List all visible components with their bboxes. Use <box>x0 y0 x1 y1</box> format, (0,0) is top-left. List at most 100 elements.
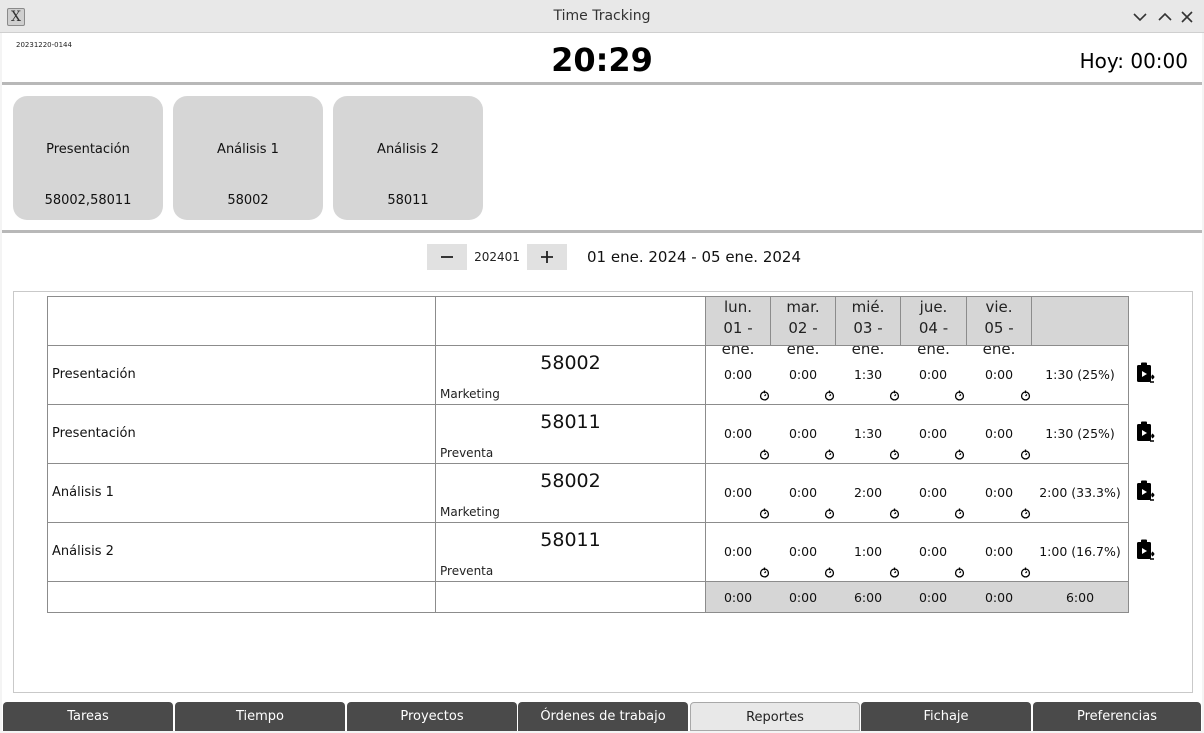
tab-tiempo[interactable]: Tiempo <box>175 702 345 731</box>
day-time-value: 0:00 <box>723 367 753 382</box>
timer-icon[interactable] <box>954 449 965 460</box>
row-total-value: 1:30 (25%) <box>1045 426 1115 441</box>
tab-ordenes-de-trabajo[interactable]: Órdenes de trabajo <box>518 702 688 731</box>
total-day-value: 0:00 <box>723 590 753 605</box>
total-day-value: 0:00 <box>918 590 948 605</box>
timer-icon[interactable] <box>1020 567 1031 578</box>
timer-icon[interactable] <box>889 390 900 401</box>
maximize-button[interactable] <box>1155 7 1175 27</box>
title-bar: X Time Tracking <box>0 0 1204 33</box>
task-tile-codes: 58002,58011 <box>44 193 132 208</box>
total-day-value: 0:00 <box>788 590 818 605</box>
tab-preferencias[interactable]: Preferencias <box>1033 702 1201 731</box>
task-tile-codes: 58011 <box>387 193 429 208</box>
timer-icon[interactable] <box>824 508 835 519</box>
close-button[interactable] <box>1177 7 1197 27</box>
minus-icon <box>441 256 453 258</box>
row-code-cell: 58002 Marketing <box>435 345 706 405</box>
timer-icon[interactable] <box>759 567 770 578</box>
tab-proyectos[interactable]: Proyectos <box>347 702 517 731</box>
day-time-value: 1:00 <box>853 544 883 559</box>
day-time-value: 0:00 <box>984 426 1014 441</box>
task-tile-analisis-2[interactable]: Análisis 2 58011 <box>333 96 483 220</box>
row-code-cell: 58011 Preventa <box>435 522 706 582</box>
timer-icon[interactable] <box>889 508 900 519</box>
tab-reportes[interactable]: Reportes <box>690 702 860 731</box>
row-total-value: 1:00 (16.7%) <box>1039 544 1121 559</box>
window-title: Time Tracking <box>553 8 651 24</box>
day-name: lun. <box>724 298 752 316</box>
row-category: Preventa <box>440 564 494 578</box>
day-time-value: 0:00 <box>723 485 753 500</box>
task-tile-name: Análisis 2 <box>377 142 439 157</box>
row-code: 58011 <box>540 529 601 551</box>
timer-icon[interactable] <box>824 390 835 401</box>
header-cell-task <box>47 296 436 346</box>
day-time-value: 0:00 <box>918 426 948 441</box>
header-day-mon: lun. 01 - ene. <box>705 296 771 358</box>
day-time-value: 0:00 <box>788 544 818 559</box>
day-name: mié. <box>851 298 885 316</box>
header-cell-total <box>1031 296 1129 346</box>
row-task-name: Presentación <box>47 404 436 464</box>
totals-code-cell <box>435 581 706 613</box>
day-time-value: 0:00 <box>918 485 948 500</box>
day-time-value: 0:00 <box>788 426 818 441</box>
row-total-value: 2:00 (33.3%) <box>1039 485 1121 500</box>
minimize-button[interactable] <box>1130 7 1150 27</box>
timer-icon[interactable] <box>759 508 770 519</box>
chevron-up-icon <box>1158 12 1172 21</box>
week-input[interactable]: 202401 <box>467 244 527 270</box>
divider <box>2 230 1202 233</box>
task-tile-name: Presentación <box>46 142 130 157</box>
tab-tareas[interactable]: Tareas <box>3 702 173 731</box>
header-day-thu: jue. 04 - ene. <box>900 296 967 358</box>
row-code-cell: 58002 Marketing <box>435 463 706 523</box>
row-code-cell: 58011 Preventa <box>435 404 706 464</box>
export-clipboard-icon[interactable] <box>1135 361 1157 385</box>
grand-total-value: 6:00 <box>1065 590 1095 605</box>
tab-fichaje[interactable]: Fichaje <box>861 702 1031 731</box>
day-name: jue. <box>919 298 948 316</box>
timer-icon[interactable] <box>889 567 900 578</box>
next-week-button[interactable] <box>527 244 567 270</box>
export-clipboard-icon[interactable] <box>1135 420 1157 444</box>
day-time-value: 0:00 <box>984 485 1014 500</box>
row-task-name: Presentación <box>47 345 436 405</box>
timer-icon[interactable] <box>954 567 965 578</box>
header: 20231220-0144 20:29 Hoy: 00:00 <box>2 33 1202 84</box>
timer-icon[interactable] <box>1020 508 1031 519</box>
row-code: 58002 <box>540 470 601 492</box>
timer-icon[interactable] <box>759 449 770 460</box>
task-tile-analisis-1[interactable]: Análisis 1 58002 <box>173 96 323 220</box>
timer-icon[interactable] <box>824 449 835 460</box>
day-time-value: 0:00 <box>918 544 948 559</box>
task-tile-presentacion[interactable]: Presentación 58002,58011 <box>13 96 163 220</box>
main-window: 20231220-0144 20:29 Hoy: 00:00 Presentac… <box>2 33 1202 731</box>
total-day-value: 6:00 <box>853 590 883 605</box>
export-clipboard-icon[interactable] <box>1135 538 1157 562</box>
day-time-value: 2:00 <box>853 485 883 500</box>
task-tile-codes: 58002 <box>227 193 269 208</box>
today-total: Hoy: 00:00 <box>1079 49 1188 73</box>
plus-icon <box>541 251 553 263</box>
timer-icon[interactable] <box>1020 390 1031 401</box>
timer-icon[interactable] <box>824 567 835 578</box>
timer-icon[interactable] <box>954 390 965 401</box>
timer-icon[interactable] <box>954 508 965 519</box>
day-time-value: 0:00 <box>723 544 753 559</box>
timer-icon[interactable] <box>1020 449 1031 460</box>
chevron-down-icon <box>1133 13 1147 22</box>
total-day-value: 0:00 <box>984 590 1014 605</box>
timer-icon[interactable] <box>889 449 900 460</box>
header-day-wed: mié. 03 - ene. <box>835 296 901 358</box>
row-total-value: 1:30 (25%) <box>1045 367 1115 382</box>
row-task-name: Análisis 2 <box>47 522 436 582</box>
export-clipboard-icon[interactable] <box>1135 479 1157 503</box>
timer-icon[interactable] <box>759 390 770 401</box>
header-day-fri: vie. 05 - ene. <box>966 296 1032 358</box>
row-category: Preventa <box>440 446 494 460</box>
previous-week-button[interactable] <box>427 244 467 270</box>
header-cell-code <box>435 296 706 346</box>
week-date-range: 01 ene. 2024 - 05 ene. 2024 <box>587 248 802 266</box>
